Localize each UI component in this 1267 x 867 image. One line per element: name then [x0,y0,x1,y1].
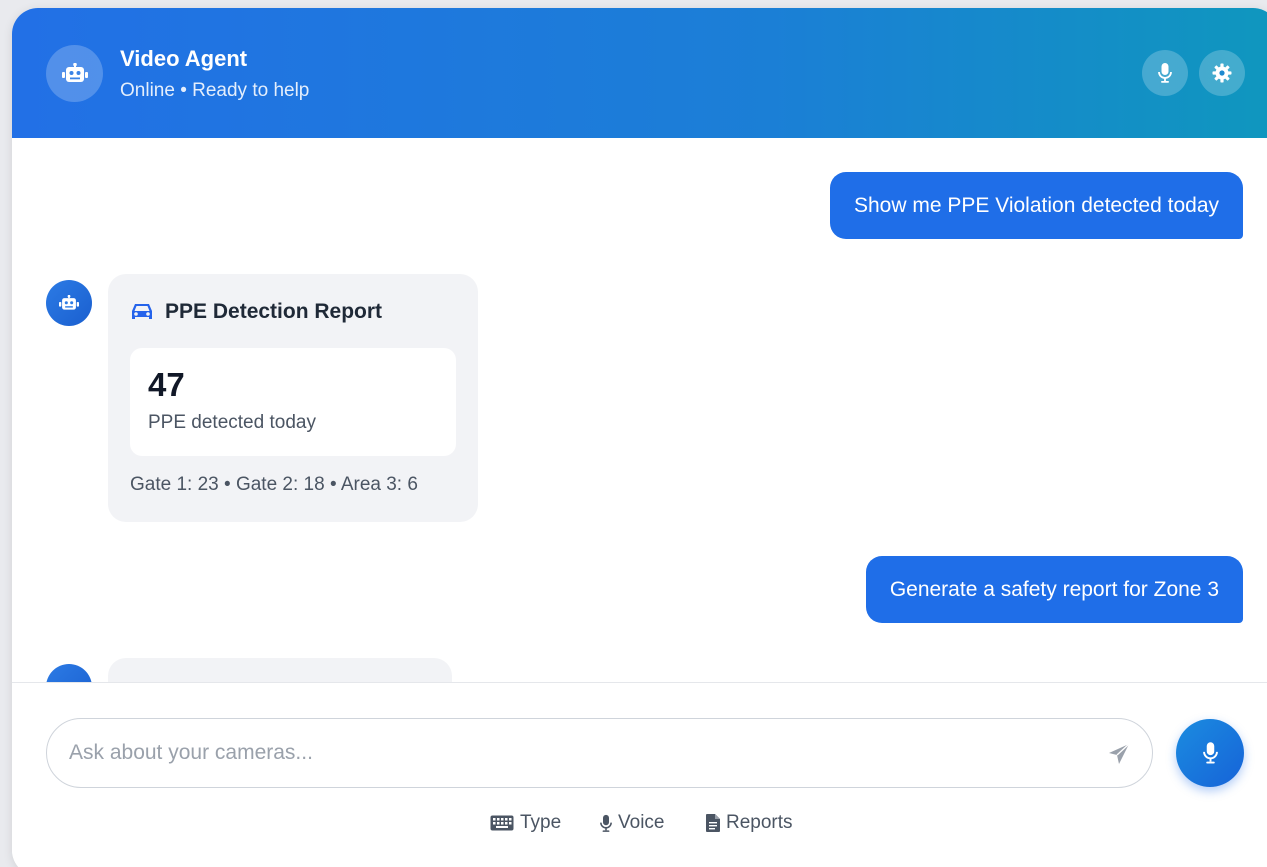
stat-label: PPE detected today [148,412,316,433]
input-mode-row: Type Voice Reports [12,812,1267,842]
composer-area: Type Voice Reports [12,682,1267,867]
message-input-container [46,718,1153,788]
ppe-report-card: PPE Detection Report 47 PPE detected tod… [108,274,478,522]
send-button[interactable] [1104,739,1134,769]
stat-value: 47 [148,366,185,403]
gate-breakdown: Gate 1: 23 • Gate 2: 18 • Area 3: 6 [130,474,418,495]
mode-reports-label: Reports [726,812,793,833]
mode-voice[interactable]: Voice [600,812,664,834]
mode-voice-label: Voice [618,812,665,833]
mode-type[interactable]: Type [490,812,561,834]
report-title-text: PPE Detection Report [165,300,383,323]
microphone-icon [1158,63,1172,83]
robot-icon [46,280,92,326]
message-list[interactable]: Show me PPE Violation detected today PPE… [12,138,1267,682]
header-settings-button[interactable] [1199,50,1245,96]
agent-title: Video Agent [120,46,248,71]
header-mic-button[interactable] [1142,50,1188,96]
robot-icon [46,664,92,682]
message-input[interactable] [69,719,1089,787]
user-message: Show me PPE Violation detected today [829,172,1243,239]
send-icon [1109,743,1130,764]
keyboard-icon [490,815,514,831]
bot-message-partial [108,658,452,682]
user-message: Generate a safety report for Zone 3 [865,556,1243,623]
mode-type-label: Type [520,812,562,833]
car-icon [132,304,152,319]
gear-icon [1212,63,1232,83]
agent-status: Online • Ready to help [120,80,310,101]
chat-header: Video Agent Online • Ready to help [12,8,1267,138]
robot-icon [46,45,103,102]
chat-window: Video Agent Online • Ready to help Show … [12,8,1267,867]
microphone-icon [1202,742,1218,764]
voice-input-button[interactable] [1176,719,1244,787]
mode-reports[interactable]: Reports [706,812,793,834]
microphone-icon [600,814,612,832]
document-icon [706,814,720,832]
report-title: PPE Detection Report [130,300,382,324]
stat-box: 47 PPE detected today [130,348,456,456]
